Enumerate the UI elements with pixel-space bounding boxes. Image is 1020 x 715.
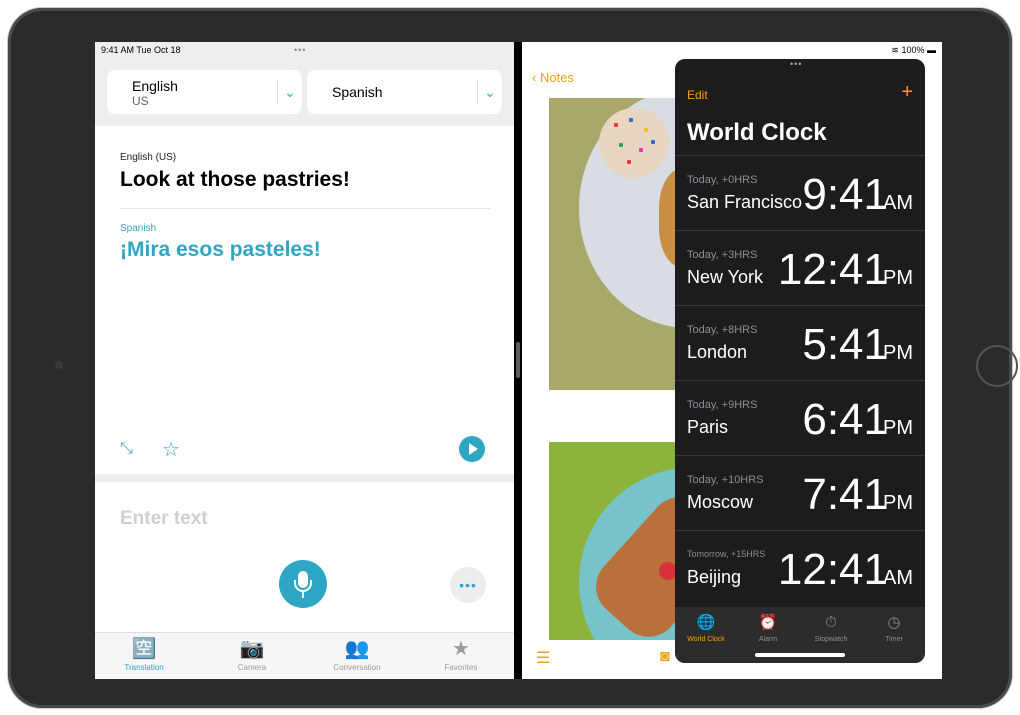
target-language-picker[interactable]: Spanish ⌄	[307, 70, 502, 114]
source-language-region: US	[132, 94, 149, 108]
city-row[interactable]: Today, +8HRS London 5:41 PM	[675, 305, 925, 381]
status-time: 9:41 AM Tue Oct 18	[101, 45, 181, 55]
translate-icon: 🈳	[131, 638, 157, 660]
city-row[interactable]: Today, +3HRS New York 12:41 PM	[675, 230, 925, 306]
enter-text-placeholder[interactable]: Enter text	[120, 508, 208, 530]
slide-over-grabber[interactable]: •••	[790, 59, 802, 69]
tab-camera[interactable]: 📷 Camera	[207, 637, 297, 672]
wifi-icon: ≋	[891, 45, 899, 55]
back-button[interactable]: ‹ Notes	[532, 70, 574, 85]
tab-alarm[interactable]: ⏰ Alarm	[737, 613, 799, 643]
timer-icon: ◷	[887, 614, 901, 631]
multitasking-grabber[interactable]: •••	[294, 45, 306, 55]
translate-tab-bar: 🈳 Translation 📷 Camera 👥 Conversation ★ …	[95, 632, 514, 679]
home-indicator[interactable]	[755, 653, 845, 657]
chevron-down-icon[interactable]: ⌄	[277, 80, 302, 104]
translation-card: English (US) Look at those pastries! Spa…	[95, 126, 514, 474]
source-text: Look at those pastries!	[120, 168, 350, 191]
source-language-name: English	[132, 78, 178, 94]
city-row[interactable]: Today, +9HRS Paris 6:41 PM	[675, 380, 925, 456]
add-city-button[interactable]: +	[901, 81, 913, 104]
text-input-area[interactable]: Enter text •••	[95, 482, 514, 632]
target-label: Spanish	[120, 223, 157, 234]
globe-icon: 🌐	[696, 614, 716, 631]
chevron-left-icon: ‹	[532, 70, 537, 85]
tab-conversation[interactable]: 👥 Conversation	[312, 637, 402, 672]
front-camera	[55, 361, 63, 369]
tab-world-clock[interactable]: 🌐 World Clock	[675, 613, 737, 643]
more-options-button[interactable]: •••	[450, 567, 486, 603]
battery-status: ≋ 100% ▬	[891, 45, 936, 55]
source-language-picker[interactable]: English US ⌄	[107, 70, 302, 114]
tab-translation[interactable]: 🈳 Translation	[99, 637, 189, 672]
split-view-handle[interactable]	[516, 342, 520, 378]
clock-slide-over: ••• Edit + World Clock Today, +0HRS San …	[675, 59, 925, 663]
checklist-icon[interactable]: ☰	[536, 648, 550, 668]
city-row[interactable]: Tomorrow, +15HRS Beijing 12:41 AM	[675, 530, 925, 606]
target-language-name: Spanish	[332, 84, 383, 100]
favorite-star-icon[interactable]: ☆	[162, 437, 180, 462]
screen: 9:41 AM Tue Oct 18 ••• English US ⌄ Span…	[95, 42, 942, 679]
battery-icon: ▬	[927, 45, 936, 55]
play-button[interactable]	[459, 436, 485, 462]
alarm-icon: ⏰	[758, 614, 778, 631]
people-icon: 👥	[344, 638, 370, 660]
translate-app: 9:41 AM Tue Oct 18 ••• English US ⌄ Span…	[95, 42, 514, 679]
tab-stopwatch[interactable]: ⏱ Stopwatch	[800, 613, 862, 643]
target-text: ¡Mira esos pasteles!	[120, 238, 321, 261]
chevron-down-icon[interactable]: ⌄	[477, 80, 502, 104]
tab-favorites[interactable]: ★ Favorites	[416, 637, 506, 672]
page-title: World Clock	[687, 119, 827, 146]
microphone-button[interactable]	[279, 560, 327, 608]
star-icon: ★	[452, 638, 470, 660]
edit-button[interactable]: Edit	[687, 88, 708, 102]
camera-icon: 📷	[239, 638, 265, 660]
tab-timer[interactable]: ◷ Timer	[863, 613, 925, 643]
source-label: English (US)	[120, 152, 177, 163]
camera-icon[interactable]: ◙	[660, 648, 670, 666]
city-row[interactable]: Today, +0HRS San Francisco 9:41 AM	[675, 155, 925, 231]
divider	[120, 208, 490, 209]
stopwatch-icon: ⏱	[825, 614, 837, 631]
home-button[interactable]	[976, 345, 1018, 387]
city-row[interactable]: Today, +10HRS Moscow 7:41 PM	[675, 455, 925, 531]
expand-icon[interactable]: ⤡	[120, 440, 133, 458]
